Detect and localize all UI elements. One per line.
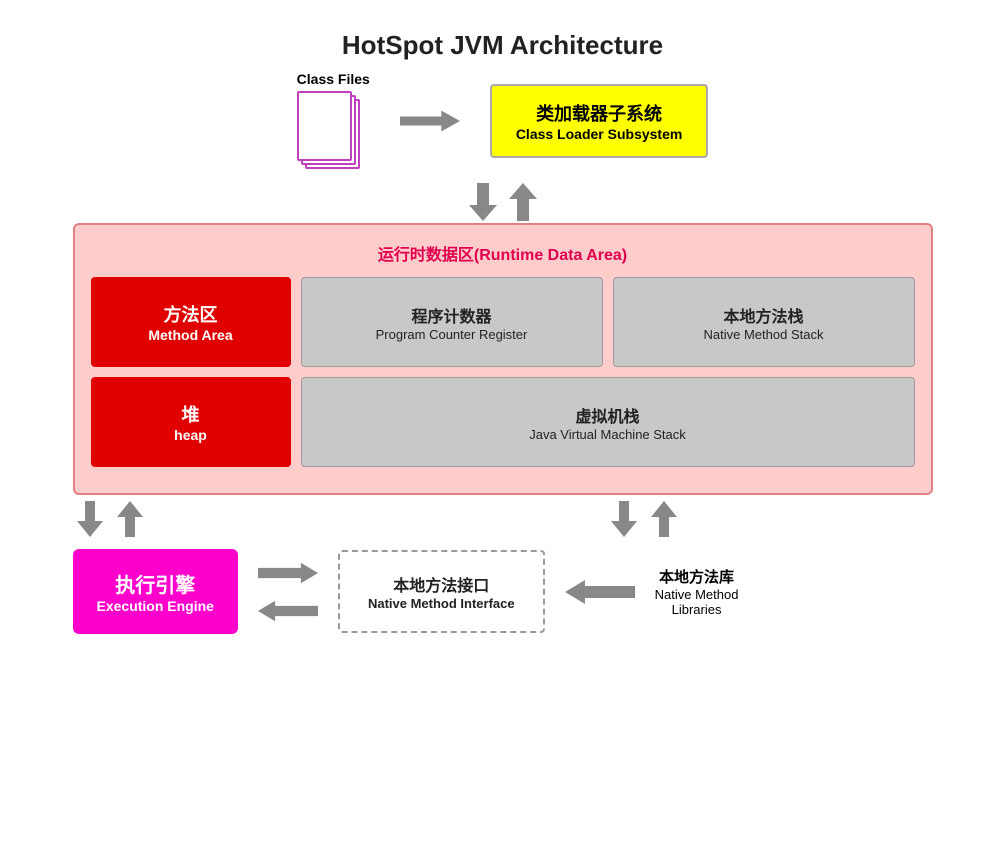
execution-engine-box: 执行引擎 Execution Engine (73, 549, 238, 634)
class-loader-en: Class Loader Subsystem (516, 126, 683, 142)
heap-en: heap (174, 427, 207, 443)
jvm-stack-zh: 虚拟机栈 (575, 403, 639, 427)
native-method-interface-col: 本地方法接口 Native Method Interface (338, 550, 545, 633)
class-to-loader-arrow (400, 101, 460, 141)
execution-engine-col: 执行引擎 Execution Engine (73, 549, 238, 634)
page-icon-front (297, 91, 352, 161)
left-arrow-group (73, 501, 147, 537)
class-files-label: Class Files (297, 71, 370, 87)
exec-engine-zh: 执行引擎 (97, 569, 214, 598)
class-files-area: Class Files (297, 71, 370, 171)
program-counter-zh: 程序计数器 (411, 303, 491, 327)
class-loader-zh: 类加载器子系统 (516, 100, 683, 126)
bottom-section: 执行引擎 Execution Engine 本地方法接口 Native Meth… (73, 549, 933, 634)
class-files-icon (297, 91, 367, 171)
native-libraries-zh: 本地方法库 (655, 566, 739, 587)
native-method-interface-box: 本地方法接口 Native Method Interface (338, 550, 545, 633)
exec-engine-en: Execution Engine (97, 598, 214, 614)
native-method-stack-en: Native Method Stack (704, 327, 824, 342)
jvm-stack-en: Java Virtual Machine Stack (529, 427, 686, 442)
native-method-interface-en: Native Method Interface (368, 596, 515, 611)
diagram-container: HotSpot JVM Architecture Class Files 类加载… (0, 0, 1005, 860)
program-counter-box: 程序计数器 Program Counter Register (301, 277, 603, 367)
runtime-area-label: 运行时数据区(Runtime Data Area) (91, 241, 915, 265)
program-counter-en: Program Counter Register (376, 327, 528, 342)
libs-to-interface-arrow (565, 578, 635, 606)
native-libraries-en: Native MethodLibraries (655, 587, 739, 617)
method-area-box: 方法区 Method Area (91, 277, 291, 367)
heap-zh: 堆 (182, 401, 200, 427)
engine-to-interface-arrows (258, 559, 318, 625)
page-title: HotSpot JVM Architecture (342, 30, 663, 61)
native-method-interface-zh: 本地方法接口 (368, 572, 515, 596)
runtime-grid: 方法区 Method Area 堆 heap 程序计数器 Program Cou… (91, 277, 915, 477)
method-area-en: Method Area (148, 327, 232, 343)
method-area-zh: 方法区 (164, 301, 218, 327)
native-method-stack-zh: 本地方法栈 (723, 303, 803, 327)
heap-box: 堆 heap (91, 377, 291, 467)
loader-to-runtime-arrows (465, 183, 541, 221)
native-libraries: 本地方法库 Native MethodLibraries (655, 566, 739, 617)
native-method-stack-box: 本地方法栈 Native Method Stack (613, 277, 915, 367)
top-section: Class Files 类加载器子系统 Class Loader Subsyst… (40, 71, 965, 171)
runtime-to-bottom-arrows (73, 501, 933, 537)
right-arrow-group (607, 501, 681, 537)
jvm-stack-box: 虚拟机栈 Java Virtual Machine Stack (301, 377, 915, 467)
runtime-data-area: 运行时数据区(Runtime Data Area) 方法区 Method Are… (73, 223, 933, 495)
class-loader-box: 类加载器子系统 Class Loader Subsystem (490, 84, 709, 158)
top-right-row: 程序计数器 Program Counter Register 本地方法栈 Nat… (301, 277, 915, 367)
